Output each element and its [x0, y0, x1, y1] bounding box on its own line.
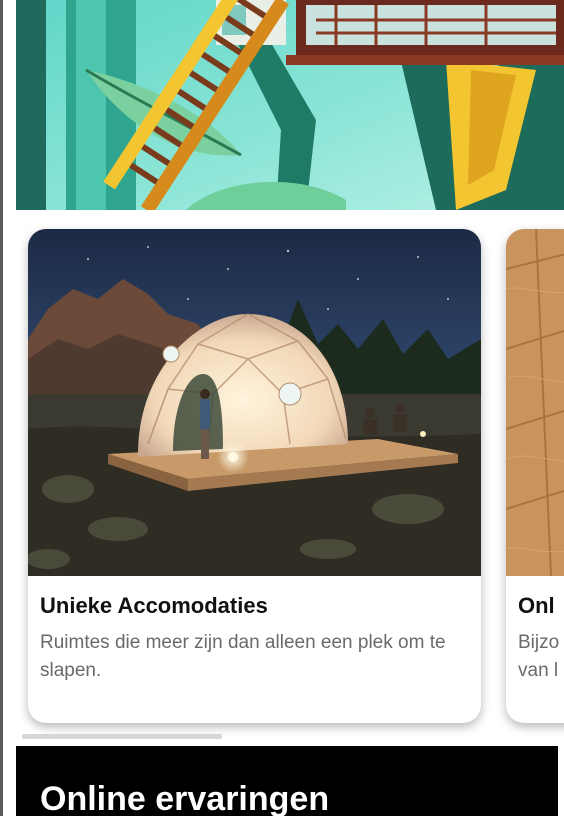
card-title: Onl — [518, 593, 555, 618]
section-title: Online ervaringen — [40, 780, 330, 816]
carousel-scroll-indicator[interactable] — [22, 734, 222, 739]
online-experiences-section: Online ervaringen — [16, 746, 558, 816]
category-carousel[interactable]: Unieke Accomodaties Ruimtes die meer zij… — [16, 210, 564, 740]
treehouse-illustration — [16, 0, 564, 210]
wooden-floor-photo — [506, 229, 564, 576]
dome-tent-photo — [28, 229, 481, 576]
card-title: Unieke Accomodaties — [40, 593, 268, 618]
card-description-line: van l — [518, 660, 559, 681]
card-online-partial[interactable]: Onl Bijzo van l — [506, 229, 564, 723]
card-unieke-accomodaties[interactable]: Unieke Accomodaties Ruimtes die meer zij… — [28, 229, 481, 723]
card-description-line: Bijzo — [518, 632, 560, 653]
card-description: Ruimtes die meer zijn dan alleen een ple… — [40, 632, 446, 681]
hero-treehouse-illustration[interactable] — [16, 0, 564, 210]
window-left-border — [0, 0, 3, 816]
card-description: Bijzo van l — [518, 629, 564, 685]
